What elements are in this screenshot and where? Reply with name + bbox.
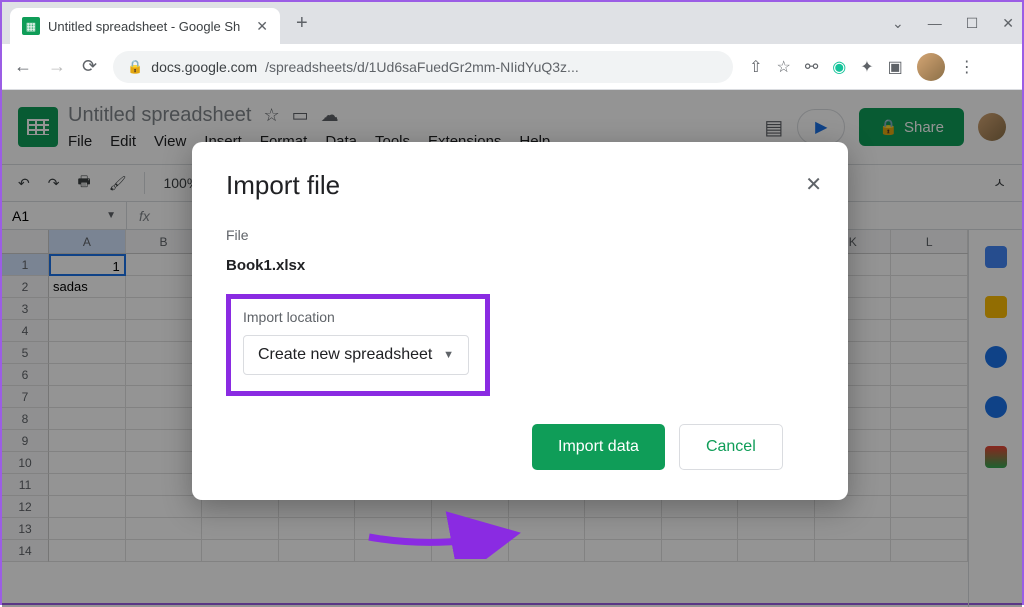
import-location-label: Import location	[243, 309, 473, 325]
close-window-icon[interactable]: ✕	[1002, 15, 1014, 32]
share-page-icon[interactable]: ⇧	[749, 57, 762, 77]
annotation-highlight: Import location Create new spreadsheet ▼	[226, 294, 490, 396]
url-domain: docs.google.com	[151, 59, 257, 75]
chrome-menu-icon[interactable]: ⋮	[959, 57, 975, 77]
close-tab-icon[interactable]: ✕	[256, 18, 268, 35]
import-location-dropdown[interactable]: Create new spreadsheet ▼	[243, 335, 469, 375]
browser-tab[interactable]: ▦ Untitled spreadsheet - Google Sh ✕	[10, 8, 280, 44]
profile-avatar[interactable]	[917, 53, 945, 81]
cancel-button[interactable]: Cancel	[679, 424, 783, 470]
import-data-button[interactable]: Import data	[532, 424, 665, 470]
url-input[interactable]: 🔒 docs.google.com/spreadsheets/d/1Ud6saF…	[113, 51, 733, 83]
lock-icon: 🔒	[127, 59, 143, 75]
file-name: Book1.xlsx	[226, 257, 814, 274]
address-bar: ← → ⟳ 🔒 docs.google.com/spreadsheets/d/1…	[2, 44, 1022, 90]
tab-title: Untitled spreadsheet - Google Sh	[48, 19, 240, 34]
bookmark-icon[interactable]: ☆	[777, 57, 791, 77]
url-path: /spreadsheets/d/1Ud6saFuedGr2mm-NIidYuQ3…	[265, 59, 579, 75]
file-label: File	[226, 227, 814, 243]
annotation-arrow	[364, 509, 534, 559]
import-file-dialog: Import file ✕ File Book1.xlsx Import loc…	[192, 142, 848, 500]
new-tab-button[interactable]: +	[284, 12, 320, 35]
chevron-down-icon: ▼	[443, 349, 454, 361]
minimize-icon[interactable]: ―	[928, 15, 942, 32]
back-button[interactable]: ←	[14, 56, 32, 77]
maximize-icon[interactable]: ☐	[966, 15, 979, 32]
forward-button[interactable]: →	[48, 56, 66, 77]
reading-list-icon[interactable]: ▣	[888, 57, 903, 77]
extensions-icon[interactable]: ✦	[860, 57, 873, 77]
close-dialog-button[interactable]: ✕	[805, 172, 822, 197]
chevron-down-icon[interactable]: ⌄	[892, 15, 904, 32]
reload-button[interactable]: ⟳	[82, 56, 97, 77]
link-icon[interactable]: ⚯	[805, 57, 818, 77]
dropdown-value: Create new spreadsheet	[258, 346, 432, 364]
grammarly-icon[interactable]: ◉	[832, 57, 846, 77]
window-controls: ⌄ ― ☐ ✕	[892, 15, 1014, 32]
browser-tab-strip: ▦ Untitled spreadsheet - Google Sh ✕ + ⌄…	[2, 2, 1022, 44]
dialog-title: Import file	[226, 170, 814, 201]
sheets-favicon: ▦	[22, 17, 40, 35]
